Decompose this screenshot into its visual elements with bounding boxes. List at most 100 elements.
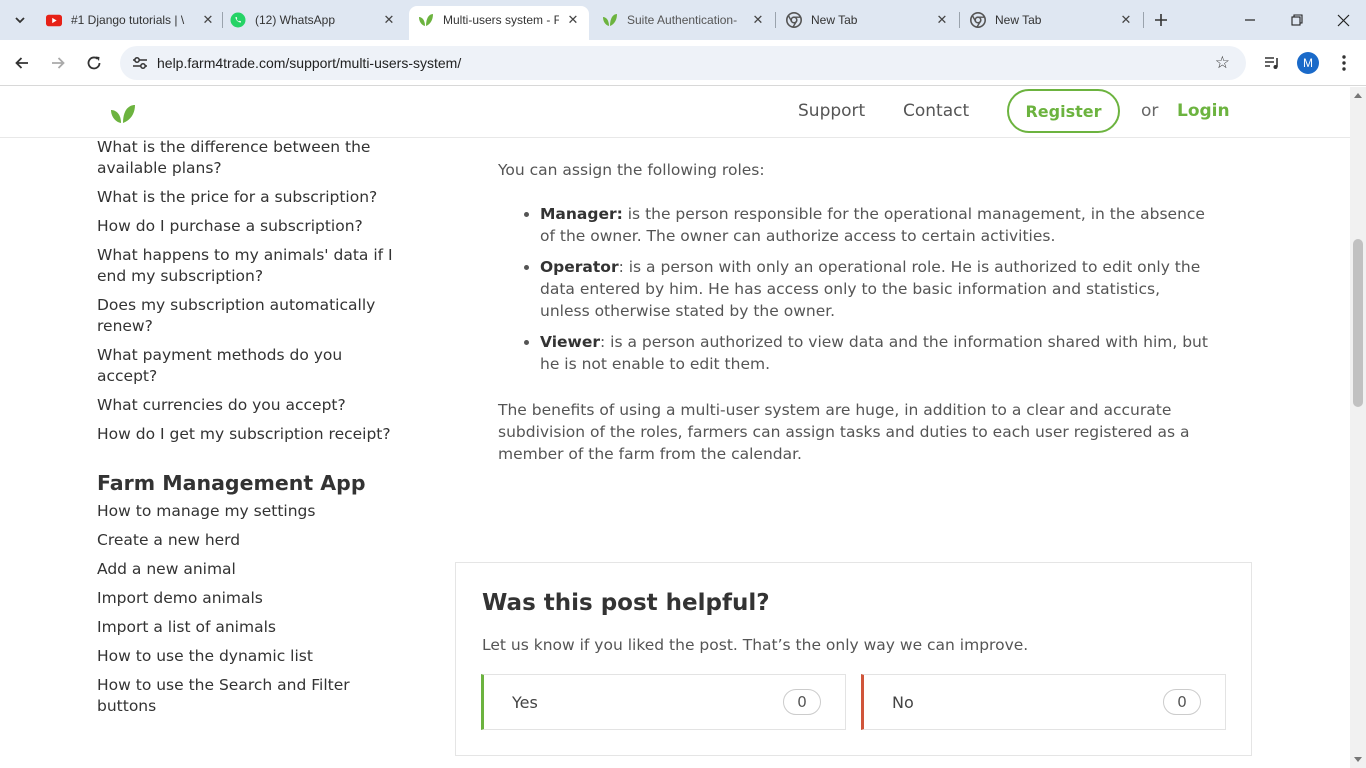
role-operator: Operator: is a person with only an opera… [540, 256, 1213, 322]
sidebar-link-payment-methods[interactable]: What payment methods do you accept? [97, 345, 397, 387]
chevron-down-icon [15, 17, 25, 24]
role-name: Operator [540, 258, 619, 276]
arrow-right-icon [52, 57, 65, 69]
close-icon[interactable]: ✕ [381, 12, 397, 28]
tab-divider [775, 12, 776, 28]
or-text: or [1141, 101, 1159, 121]
close-icon[interactable]: ✕ [565, 12, 581, 28]
youtube-icon [46, 12, 62, 28]
site-info-icon[interactable] [132, 55, 148, 71]
article-body: You can assign the following roles: Mana… [498, 159, 1213, 487]
role-name: Viewer [540, 333, 601, 351]
vote-no-count: 0 [1163, 689, 1201, 715]
scroll-up-arrow-icon[interactable] [1354, 93, 1362, 98]
chrome-icon [970, 12, 986, 28]
page-viewport: Support Contact Register or Login What i… [0, 87, 1350, 768]
sidebar-link-import-demo-animals[interactable]: Import demo animals [97, 588, 397, 609]
tab-divider [959, 12, 960, 28]
role-description: : is a person with only an operational r… [540, 258, 1201, 320]
tab-search-button[interactable] [8, 8, 32, 32]
sidebar-section-heading: Farm Management App [97, 471, 366, 495]
back-button[interactable] [10, 51, 34, 75]
sidebar-link-purchase-subscription[interactable]: How do I purchase a subscription? [97, 216, 397, 237]
register-button[interactable]: Register [1007, 89, 1120, 133]
sidebar-link-manage-settings[interactable]: How to manage my settings [97, 501, 397, 522]
media-queue-icon [1265, 57, 1278, 69]
tab-multi-users-system[interactable]: Multi-users system - F ✕ [409, 6, 589, 40]
more-vert-icon [1342, 55, 1346, 71]
feedback-subtitle: Let us know if you liked the post. That’… [482, 636, 1029, 654]
close-icon[interactable]: ✕ [934, 12, 950, 28]
browser-toolbar: help.farm4trade.com/support/multi-users-… [0, 40, 1366, 86]
tab-strip: #1 Django tutorials | \ ✕ (12) WhatsApp … [0, 0, 1366, 40]
sidebar-link-add-animal[interactable]: Add a new animal [97, 559, 397, 580]
vote-yes-button[interactable]: Yes 0 [481, 674, 846, 730]
forward-button[interactable] [46, 51, 70, 75]
profile-avatar[interactable]: M [1297, 52, 1319, 74]
close-icon [1337, 14, 1349, 26]
close-icon[interactable]: ✕ [1118, 12, 1134, 28]
sidebar-link-import-animal-list[interactable]: Import a list of animals [97, 617, 397, 638]
restore-button[interactable] [1285, 8, 1309, 32]
tab-suite-authentication[interactable]: Suite Authentication- ✕ [602, 6, 766, 34]
feedback-title: Was this post helpful? [482, 590, 770, 616]
sidebar-link-plans-difference[interactable]: What is the difference between the avail… [97, 137, 397, 179]
tab-whatsapp[interactable]: (12) WhatsApp ✕ [230, 6, 397, 34]
sidebar-link-subscription-price[interactable]: What is the price for a subscription? [97, 187, 397, 208]
sidebar-link-search-filter[interactable]: How to use the Search and Filter buttons [97, 675, 397, 717]
close-icon[interactable]: ✕ [200, 12, 216, 28]
minimize-icon [1245, 19, 1255, 21]
close-icon[interactable]: ✕ [750, 12, 766, 28]
tab-title: New Tab [995, 13, 1042, 27]
role-description: is the person responsible for the operat… [540, 205, 1205, 245]
farm4trade-logo-icon[interactable] [110, 104, 136, 124]
whatsapp-icon [230, 12, 246, 28]
help-sidebar: What is the difference between the avail… [97, 137, 397, 725]
benefits-paragraph: The benefits of using a multi-user syste… [498, 401, 1190, 463]
tab-title: (12) WhatsApp [255, 13, 336, 27]
sidebar-link-end-subscription-data[interactable]: What happens to my animals' data if I en… [97, 245, 397, 287]
reload-button[interactable] [82, 51, 106, 75]
nav-support-link[interactable]: Support [798, 101, 865, 121]
role-manager: Manager: is the person responsible for t… [540, 203, 1213, 247]
window-close-button[interactable] [1331, 8, 1355, 32]
tab-title: New Tab [811, 13, 858, 27]
tab-django[interactable]: #1 Django tutorials | \ ✕ [46, 6, 216, 34]
sidebar-link-create-herd[interactable]: Create a new herd [97, 530, 397, 551]
restore-icon [1291, 14, 1303, 26]
reload-icon [87, 56, 101, 70]
nav-contact-link[interactable]: Contact [903, 101, 969, 121]
site-header: Support Contact Register or Login [0, 87, 1350, 138]
sidebar-link-dynamic-list[interactable]: How to use the dynamic list [97, 646, 397, 667]
role-description: : is a person authorized to view data an… [540, 333, 1208, 373]
minimize-button[interactable] [1238, 8, 1262, 32]
tab-title: Suite Authentication- [627, 13, 738, 27]
vote-no-button[interactable]: No 0 [861, 674, 1226, 730]
tab-divider [1143, 12, 1144, 28]
tab-new-tab-1[interactable]: New Tab ✕ [786, 6, 950, 34]
vote-yes-label: Yes [512, 692, 538, 712]
bookmark-star-icon[interactable]: ☆ [1215, 53, 1230, 73]
sidebar-link-auto-renew[interactable]: Does my subscription automatically renew… [97, 295, 397, 337]
vote-yes-count: 0 [783, 689, 821, 715]
media-control-button[interactable] [1260, 51, 1284, 75]
sidebar-link-currencies[interactable]: What currencies do you accept? [97, 395, 397, 416]
browser-menu-button[interactable] [1332, 51, 1356, 75]
scroll-down-arrow-icon[interactable] [1354, 757, 1362, 762]
tab-title: Multi-users system - F [443, 13, 559, 27]
roles-list: Manager: is the person responsible for t… [540, 203, 1213, 375]
new-tab-button[interactable] [1150, 9, 1172, 31]
tab-divider [222, 12, 223, 28]
farm4trade-leaf-icon [418, 12, 434, 28]
url-text: help.farm4trade.com/support/multi-users-… [157, 55, 462, 71]
address-bar[interactable]: help.farm4trade.com/support/multi-users-… [120, 46, 1246, 80]
login-link[interactable]: Login [1177, 101, 1230, 121]
role-name: Manager: [540, 205, 623, 223]
plus-icon [1155, 14, 1167, 26]
farm4trade-leaf-icon [602, 12, 618, 28]
tab-new-tab-2[interactable]: New Tab ✕ [970, 6, 1134, 34]
scrollbar-thumb[interactable] [1353, 239, 1363, 407]
role-viewer: Viewer: is a person authorized to view d… [540, 331, 1213, 375]
sidebar-link-subscription-receipt[interactable]: How do I get my subscription receipt? [97, 424, 397, 445]
page-scrollbar[interactable] [1350, 87, 1366, 768]
